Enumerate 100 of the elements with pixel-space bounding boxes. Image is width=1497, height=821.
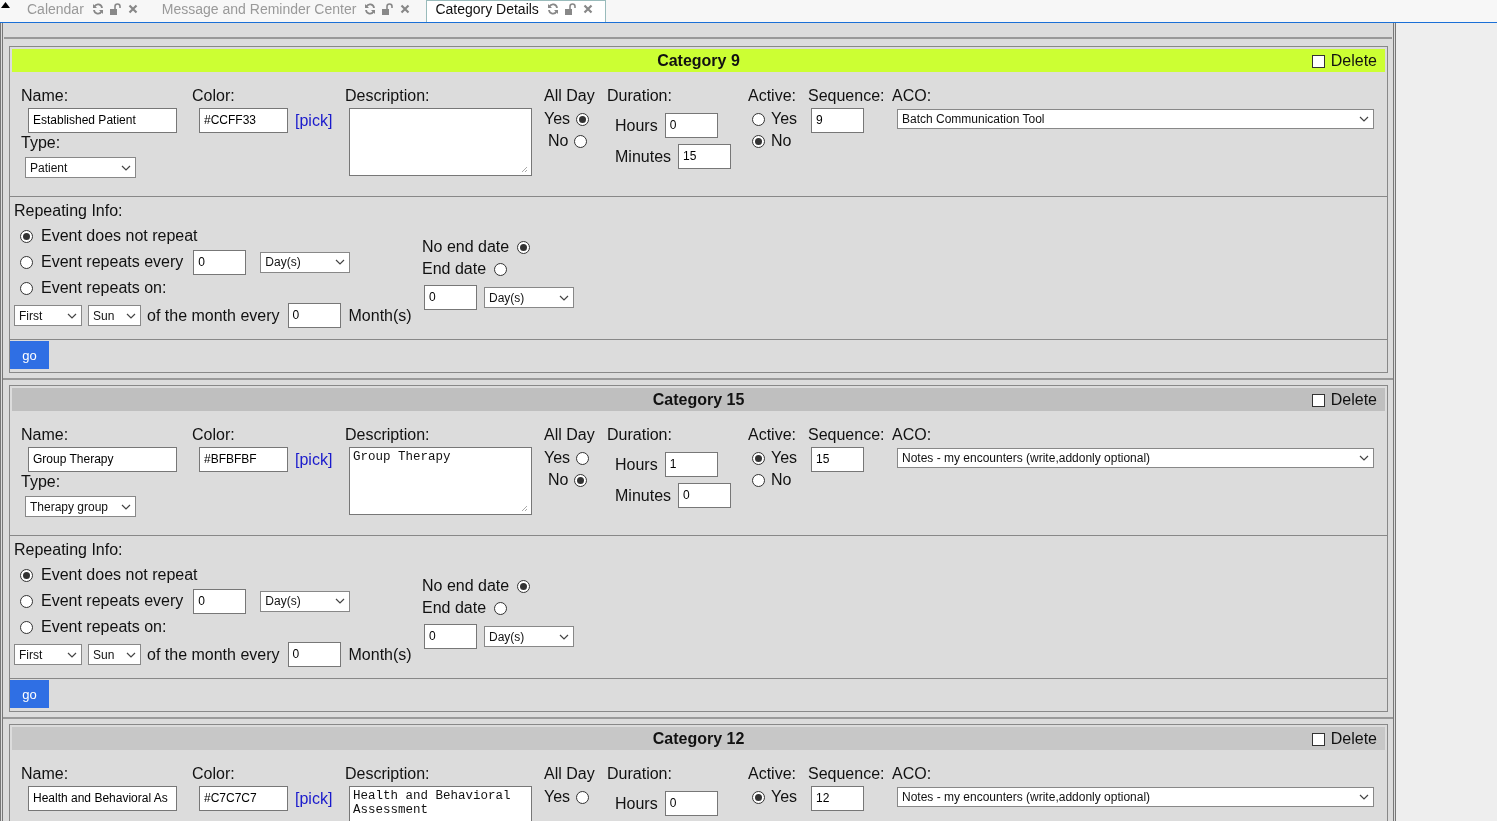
caret-icon <box>1359 116 1369 122</box>
active-label: Active: <box>748 86 796 106</box>
go-button[interactable]: go <box>10 341 49 369</box>
name-field[interactable]: Group Therapy <box>28 447 177 472</box>
dropdown[interactable]: Sun <box>88 305 141 326</box>
radio-button[interactable] <box>574 473 588 487</box>
color-field[interactable]: #BFBFBF <box>199 447 288 472</box>
dropdown[interactable]: Therapy group <box>25 496 136 517</box>
radio-button[interactable] <box>752 790 765 804</box>
radio-button[interactable] <box>517 240 531 254</box>
tab[interactable]: Category Details <box>426 0 606 22</box>
dropdown[interactable]: Day(s) <box>484 287 574 308</box>
hours-field[interactable]: 0 <box>664 791 718 816</box>
type-label: Type: <box>21 472 61 492</box>
end-count-field[interactable]: 0 <box>424 624 477 649</box>
dropdown[interactable]: Day(s) <box>484 626 574 647</box>
sequence-field[interactable]: 9 <box>811 108 864 133</box>
radio-button[interactable] <box>494 262 508 276</box>
minutes-field[interactable]: 15 <box>678 144 732 169</box>
dropdown[interactable]: Batch Communication Tool <box>897 109 1374 129</box>
radio-button[interactable] <box>517 579 531 593</box>
dropdown[interactable]: Sun <box>88 644 141 665</box>
refresh-icon[interactable] <box>91 2 104 15</box>
month-text: of the month every <box>147 645 280 664</box>
go-button[interactable]: go <box>10 680 49 708</box>
radio-button[interactable] <box>20 568 33 582</box>
close-icon[interactable] <box>582 3 593 14</box>
caret-icon <box>121 503 131 510</box>
month-unit-label: Month(s) <box>348 306 412 325</box>
radio-button[interactable] <box>752 112 765 126</box>
radio-button[interactable] <box>576 790 590 804</box>
description-field[interactable] <box>349 108 532 176</box>
end-count-field[interactable]: 0 <box>424 285 477 310</box>
refresh-icon[interactable] <box>546 2 559 15</box>
up-triangle-icon[interactable] <box>1 2 10 8</box>
month-count-field[interactable]: 0 <box>287 642 341 667</box>
pick-link[interactable]: [pick] <box>295 111 333 130</box>
option-label: Yes <box>544 788 571 806</box>
radio-button[interactable] <box>20 229 33 243</box>
pick-link[interactable]: [pick] <box>295 789 333 808</box>
dropdown[interactable]: Day(s) <box>260 590 351 612</box>
refresh-icon[interactable] <box>364 2 377 15</box>
radio-button[interactable] <box>752 134 765 148</box>
option-label: No <box>771 471 792 489</box>
month-count-field[interactable]: 0 <box>287 303 341 328</box>
hours-field[interactable]: 0 <box>664 113 718 138</box>
repeat-count-field[interactable]: 0 <box>193 249 247 275</box>
checkbox[interactable] <box>1311 54 1325 68</box>
sequence-field[interactable]: 12 <box>811 786 864 811</box>
radio-button[interactable] <box>574 134 588 148</box>
name-label: Name: <box>21 425 69 445</box>
unlocked-padlock-icon[interactable] <box>564 2 577 15</box>
sequence-field[interactable]: 15 <box>811 447 864 472</box>
radio-button[interactable] <box>752 473 765 487</box>
repeat-count-field[interactable]: 0 <box>193 588 247 614</box>
caret-icon <box>1359 455 1369 461</box>
dropdown[interactable]: Day(s) <box>260 251 351 273</box>
radio-button[interactable] <box>576 112 590 126</box>
option-label: Event repeats every <box>41 253 184 271</box>
month-unit-label: Month(s) <box>348 645 412 664</box>
color-field[interactable]: #CCFF33 <box>199 108 288 133</box>
resize-grip-icon[interactable] <box>521 166 528 173</box>
color-field[interactable]: #C7C7C7 <box>199 786 288 811</box>
close-icon[interactable] <box>127 3 138 14</box>
caret-icon <box>559 294 569 301</box>
month-text: of the month every <box>147 306 280 325</box>
unlocked-padlock-icon[interactable] <box>109 2 122 15</box>
radio-button[interactable] <box>494 601 508 615</box>
unlocked-padlock-icon[interactable] <box>382 2 395 15</box>
option-label: End date <box>422 599 487 617</box>
dropdown[interactable]: Notes - my encounters (write,addonly optional) <box>897 787 1374 807</box>
checkbox[interactable] <box>1311 732 1325 746</box>
dropdown[interactable]: First <box>14 644 82 665</box>
resize-grip-icon[interactable] <box>521 505 528 512</box>
radio-button[interactable] <box>752 451 765 465</box>
delete-label: Delete <box>1330 391 1377 409</box>
minutes-field[interactable]: 0 <box>678 483 732 508</box>
radio-button[interactable] <box>20 255 33 269</box>
hours-field[interactable]: 1 <box>664 452 718 477</box>
pick-link[interactable]: [pick] <box>295 450 333 469</box>
radio-button[interactable] <box>576 451 590 465</box>
dropdown[interactable]: Patient <box>25 157 136 178</box>
name-field[interactable]: Health and Behavioral As <box>28 786 177 811</box>
close-icon[interactable] <box>400 3 411 14</box>
delete-label: Delete <box>1330 730 1377 748</box>
description-field[interactable]: Group Therapy <box>349 447 532 515</box>
option-label: Event repeats every <box>41 592 184 610</box>
radio-button[interactable] <box>20 594 33 608</box>
name-field[interactable]: Established Patient <box>28 108 177 133</box>
hours-label: Hours <box>615 794 658 813</box>
dropdown[interactable]: Notes - my encounters (write,addonly optional) <box>897 448 1374 468</box>
duration-label: Duration: <box>607 86 672 106</box>
sequence-label: Sequence: <box>808 425 885 445</box>
description-field[interactable]: Health and Behavioral Assessment <box>349 786 532 821</box>
radio-button[interactable] <box>20 281 33 295</box>
description-label: Description: <box>345 425 430 445</box>
caret-icon <box>126 651 136 658</box>
radio-button[interactable] <box>20 620 33 634</box>
checkbox[interactable] <box>1311 393 1325 407</box>
dropdown[interactable]: First <box>14 305 82 326</box>
